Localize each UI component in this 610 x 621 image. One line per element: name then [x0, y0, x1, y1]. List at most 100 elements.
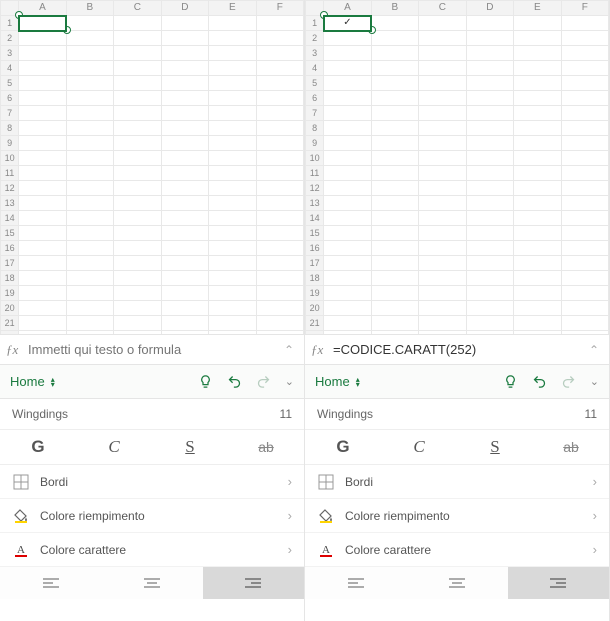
font-name-selector[interactable]: Wingdings — [12, 407, 68, 421]
cell[interactable] — [514, 46, 561, 61]
cell[interactable] — [209, 331, 256, 336]
row-header-3[interactable]: 3 — [306, 46, 324, 61]
cell[interactable] — [371, 91, 418, 106]
cell[interactable] — [66, 76, 113, 91]
cell[interactable] — [371, 106, 418, 121]
cell[interactable] — [161, 196, 208, 211]
cell[interactable] — [324, 31, 371, 46]
row-header-6[interactable]: 6 — [306, 91, 324, 106]
cell[interactable] — [371, 241, 418, 256]
cell[interactable] — [256, 211, 303, 226]
align-right-button[interactable] — [203, 567, 304, 599]
cell[interactable] — [324, 106, 371, 121]
fill-color-option[interactable]: Colore riempimento › — [305, 499, 609, 533]
cell[interactable] — [114, 91, 161, 106]
cell[interactable] — [19, 46, 66, 61]
cell[interactable] — [66, 61, 113, 76]
ribbon-tab-home[interactable]: Home ▴▾ — [10, 374, 55, 389]
row-header-5[interactable]: 5 — [306, 76, 324, 91]
cell[interactable] — [161, 106, 208, 121]
cell[interactable] — [66, 31, 113, 46]
cell[interactable] — [161, 31, 208, 46]
cell[interactable] — [561, 196, 608, 211]
cell[interactable] — [19, 286, 66, 301]
cell[interactable] — [209, 31, 256, 46]
cell[interactable] — [256, 121, 303, 136]
cell[interactable] — [466, 76, 513, 91]
cell[interactable] — [256, 196, 303, 211]
cell[interactable] — [514, 256, 561, 271]
cell[interactable] — [256, 76, 303, 91]
cell[interactable] — [209, 46, 256, 61]
cell[interactable] — [19, 166, 66, 181]
cell[interactable] — [209, 106, 256, 121]
cell[interactable] — [514, 16, 561, 31]
formula-input[interactable] — [333, 342, 585, 357]
cell[interactable] — [256, 331, 303, 336]
cell[interactable] — [466, 46, 513, 61]
row-header-14[interactable]: 14 — [306, 211, 324, 226]
italic-button[interactable]: C — [381, 430, 457, 464]
collapse-ribbon-icon[interactable]: ⌄ — [285, 375, 294, 388]
cell[interactable] — [371, 76, 418, 91]
align-left-button[interactable] — [0, 567, 101, 599]
cell[interactable] — [324, 151, 371, 166]
cell[interactable] — [209, 151, 256, 166]
cell[interactable] — [561, 316, 608, 331]
cell[interactable] — [324, 226, 371, 241]
col-header-C[interactable]: C — [419, 1, 466, 16]
cell[interactable] — [19, 256, 66, 271]
row-header-22[interactable]: 22 — [1, 331, 19, 336]
cell[interactable] — [561, 61, 608, 76]
cell[interactable] — [419, 121, 466, 136]
cell[interactable] — [209, 256, 256, 271]
cell[interactable] — [324, 76, 371, 91]
row-header-17[interactable]: 17 — [1, 256, 19, 271]
cell[interactable] — [324, 121, 371, 136]
cell[interactable] — [19, 196, 66, 211]
row-header-8[interactable]: 8 — [1, 121, 19, 136]
align-right-button[interactable] — [508, 567, 609, 599]
cell[interactable] — [514, 271, 561, 286]
cell[interactable] — [256, 286, 303, 301]
cell[interactable] — [514, 226, 561, 241]
row-header-15[interactable]: 15 — [306, 226, 324, 241]
cell[interactable] — [114, 16, 161, 31]
strikethrough-button[interactable]: ab — [228, 430, 304, 464]
cell[interactable] — [371, 121, 418, 136]
lightbulb-icon[interactable] — [198, 374, 213, 389]
cell[interactable] — [419, 91, 466, 106]
row-header-6[interactable]: 6 — [1, 91, 19, 106]
row-header-7[interactable]: 7 — [1, 106, 19, 121]
cell[interactable] — [161, 286, 208, 301]
cell[interactable] — [19, 301, 66, 316]
cell[interactable] — [161, 151, 208, 166]
row-header-11[interactable]: 11 — [306, 166, 324, 181]
cell[interactable] — [209, 196, 256, 211]
cell[interactable] — [256, 166, 303, 181]
cell[interactable] — [161, 121, 208, 136]
col-header-E[interactable]: E — [209, 1, 256, 16]
cell[interactable] — [324, 91, 371, 106]
cell[interactable] — [324, 61, 371, 76]
cell[interactable] — [256, 16, 303, 31]
cell[interactable] — [419, 196, 466, 211]
cell[interactable] — [256, 151, 303, 166]
cell[interactable] — [324, 166, 371, 181]
row-header-13[interactable]: 13 — [1, 196, 19, 211]
cell[interactable] — [466, 271, 513, 286]
cell[interactable] — [514, 196, 561, 211]
cell[interactable] — [419, 211, 466, 226]
cell[interactable] — [419, 76, 466, 91]
underline-button[interactable]: S — [457, 430, 533, 464]
cell[interactable] — [324, 301, 371, 316]
cell[interactable] — [114, 181, 161, 196]
cell[interactable] — [114, 316, 161, 331]
cell[interactable] — [114, 211, 161, 226]
cell[interactable] — [66, 16, 113, 31]
cell[interactable] — [66, 256, 113, 271]
col-header-D[interactable]: D — [161, 1, 208, 16]
row-header-16[interactable]: 16 — [1, 241, 19, 256]
cell[interactable] — [114, 196, 161, 211]
cell[interactable] — [209, 286, 256, 301]
